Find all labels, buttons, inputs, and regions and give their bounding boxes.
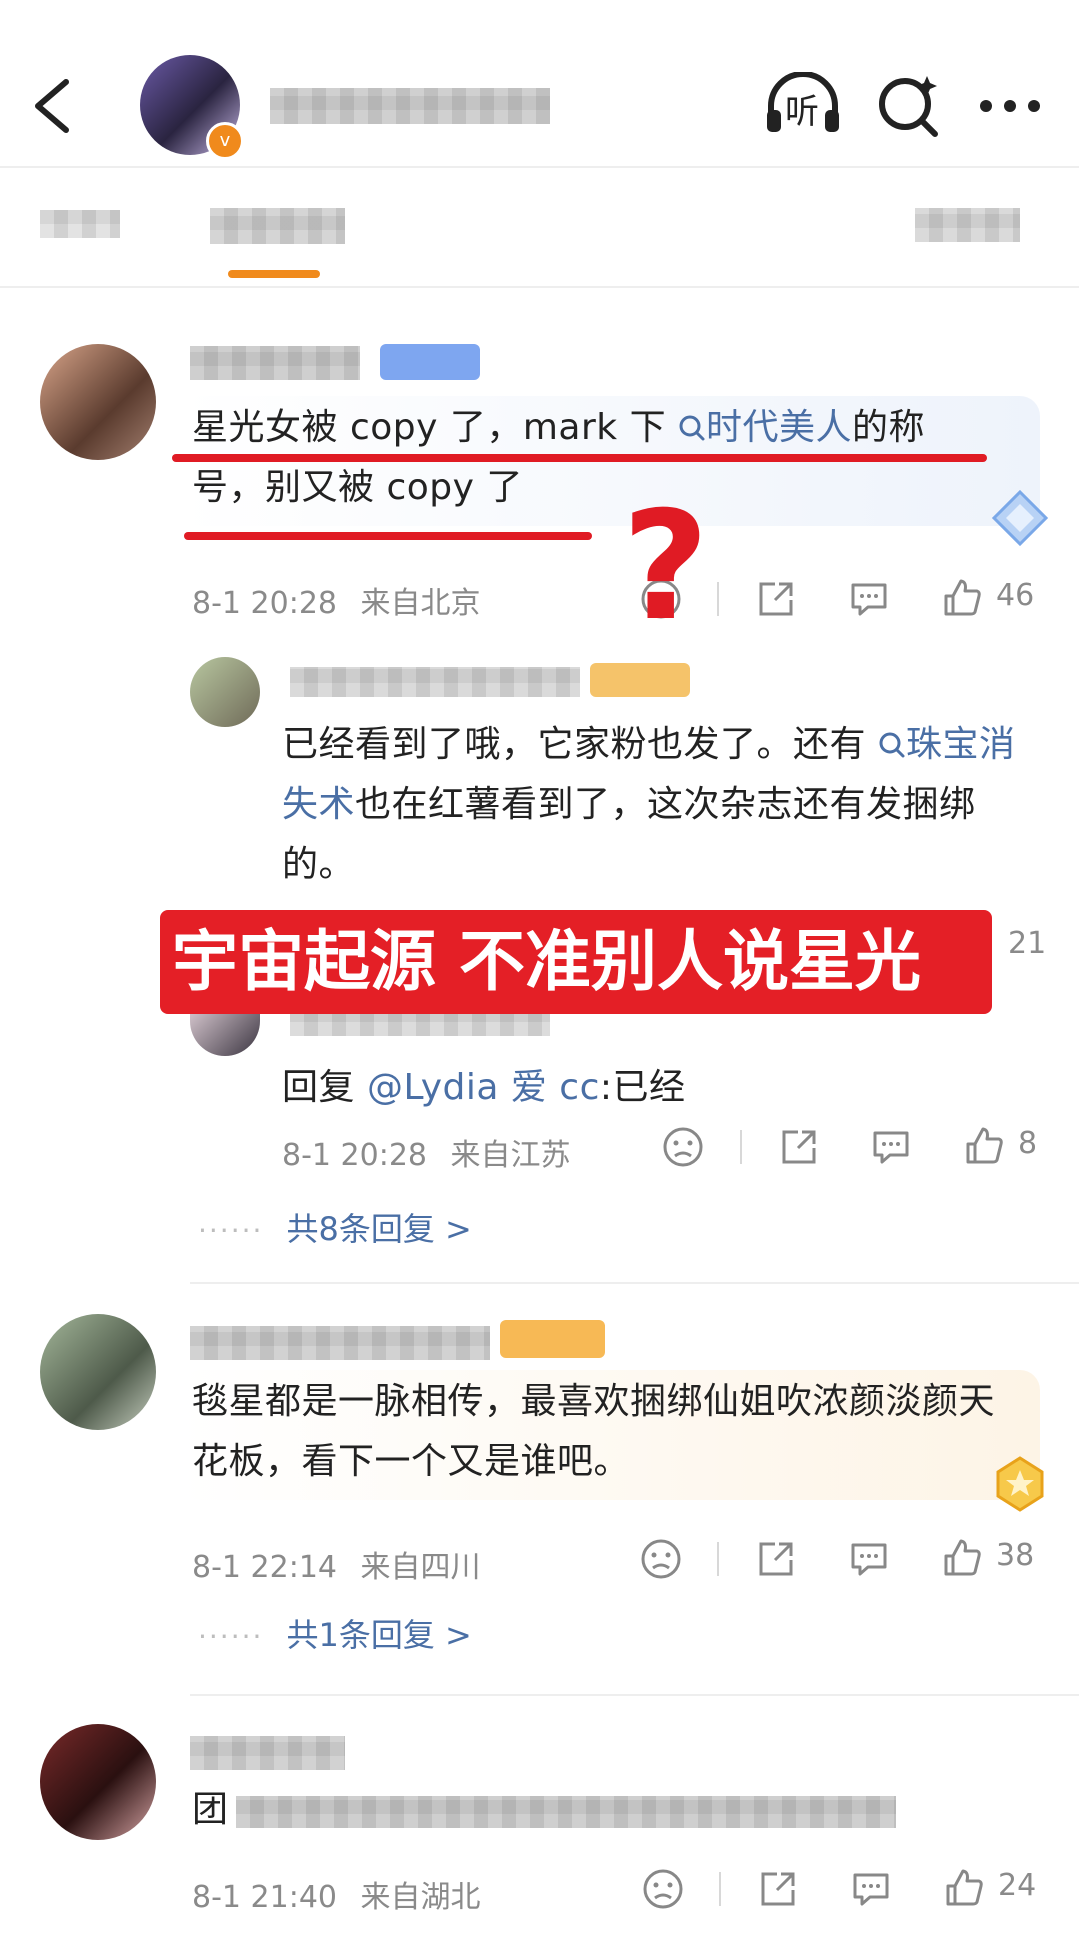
comment-text: 毯星都是一脉相传，最喜欢捆绑仙姐吹浓颜淡颜天花板，看下一个又是谁吧。 [192,1372,1022,1492]
avatar[interactable] [190,1014,260,1056]
member-badge [500,1320,605,1358]
comment: 团 8-1 21:40 来自湖北 24 [0,1720,1079,1939]
reply-text: 已经看到了哦，它家粉也发了。还有 珠宝消失术也在红薯看到了，这次杂志还有发捆绑的… [282,715,1027,895]
like-count: 46 [996,578,1035,613]
red-underline [184,532,592,540]
reply-meta: 8-1 20:28 来自江苏 [282,1130,571,1174]
like-icon[interactable] [940,576,984,620]
verified-badge-icon: v [206,122,244,160]
reply-text: 回复 @Lydia 爱 cc:已经 [282,1058,686,1118]
reply-like-count: 21 [1008,926,1047,961]
avatar[interactable] [40,1314,156,1430]
member-badge [590,663,690,697]
more-icon[interactable] [980,100,1040,114]
topic-link[interactable]: 时代美人 [678,407,852,448]
separator [719,1872,721,1906]
username-redacted[interactable] [190,1736,345,1770]
mention-link[interactable]: @Lydia 爱 cc [367,1067,600,1108]
text-part: 回复 [282,1067,367,1108]
comment-location: 来自湖北 [360,1880,481,1915]
username-redacted[interactable] [190,1326,490,1360]
text-part: 毯星都是一脉相传，最喜欢捆绑仙姐吹浓颜淡颜天花板，看下一个又是谁吧。 [192,1381,996,1482]
banner-text: 宇宙起源 不准别人说星光 [172,923,921,1000]
dots: ······ [198,1214,264,1247]
share-icon[interactable] [778,1126,820,1168]
chevron-left-icon[interactable] [28,78,74,134]
comment-divider [190,1694,1079,1696]
like-icon[interactable] [962,1124,1006,1168]
red-question-mark: ? [622,480,710,654]
star-badge-icon [996,1456,1044,1512]
comment-meta: 8-1 21:40 来自湖北 [192,1872,481,1916]
separator [740,1130,742,1164]
sub-reply: 回复 @Lydia 爱 cc:已经 8-1 20:28 来自江苏 8 [0,1014,1079,1184]
username-redacted[interactable] [290,1014,550,1036]
comment-time: 8-1 21:40 [192,1880,337,1915]
comment-divider [190,1282,1079,1284]
avatar[interactable] [40,1724,156,1840]
like-count: 38 [996,1538,1035,1573]
text-part: 已经看到了哦，它家粉也发了。还有 [282,724,878,765]
comment-icon[interactable] [848,578,890,620]
search-icon [879,732,905,758]
comment-location: 来自四川 [360,1550,481,1585]
share-icon[interactable] [755,578,797,620]
listen-button[interactable]: 听 [763,71,843,134]
username-redacted[interactable] [190,346,360,380]
replies-link[interactable]: 共1条回复 > [287,1616,472,1654]
comment-text: 团 [192,1780,229,1840]
dots: ······ [198,1620,264,1653]
avatar[interactable] [40,344,156,460]
share-icon[interactable] [755,1538,797,1580]
listen-label: 听 [785,92,819,132]
text-part: 团 [192,1789,229,1830]
member-badge [380,344,480,380]
separator [717,1542,719,1576]
comment-icon[interactable] [870,1126,912,1168]
tab-2[interactable] [210,208,345,244]
like-icon[interactable] [940,1536,984,1580]
search-icon [679,415,705,441]
reply-time: 8-1 20:28 [282,1138,427,1173]
dislike-face-icon[interactable] [662,1126,704,1168]
tab-divider [0,286,1079,288]
diamond-badge-icon [991,489,1049,547]
comment-icon[interactable] [850,1868,892,1910]
reply-location: 来自江苏 [450,1138,571,1173]
share-icon[interactable] [757,1868,799,1910]
comment: 毯星都是一脉相传，最喜欢捆绑仙姐吹浓颜淡颜天花板，看下一个又是谁吧。 8-1 2… [0,1310,1079,1670]
red-underline [172,454,987,462]
comment-actions: 46 [0,570,1079,626]
separator [717,582,719,616]
like-count: 24 [998,1868,1037,1903]
tab-bar [0,168,1079,286]
avatar[interactable] [190,657,260,727]
replies-summary[interactable]: ······ 共8条回复 > [198,1204,472,1250]
red-banner: 宇宙起源 不准别人说星光 [160,910,992,1014]
text-redacted [236,1796,896,1828]
like-count: 8 [1018,1126,1038,1161]
text-part: :已经 [599,1067,686,1108]
text-part: 也在红薯看到了，这次杂志还有发捆绑的。 [282,784,976,885]
top-bar: v 听 [0,0,1079,168]
tab-1[interactable] [40,210,120,238]
search-sparkle-icon[interactable] [875,72,941,138]
replies-summary[interactable]: ······ 共1条回复 > [198,1610,472,1656]
comment-time: 8-1 22:14 [192,1550,337,1585]
tab-active-indicator [228,270,320,278]
dislike-face-icon[interactable] [642,1868,684,1910]
username-redacted[interactable] [290,667,580,697]
sub-reply: 已经看到了哦，它家粉也发了。还有 珠宝消失术也在红薯看到了，这次杂志还有发捆绑的… [0,655,1079,895]
text-part: 星光女被 copy 了，mark 下 [192,407,679,448]
replies-link[interactable]: 共8条回复 > [287,1210,472,1248]
like-icon[interactable] [942,1866,986,1910]
dislike-face-icon[interactable] [640,1538,682,1580]
comment-icon[interactable] [848,1538,890,1580]
tab-3[interactable] [915,208,1020,242]
comment-meta: 8-1 22:14 来自四川 [192,1542,481,1586]
username-redacted [270,88,550,124]
